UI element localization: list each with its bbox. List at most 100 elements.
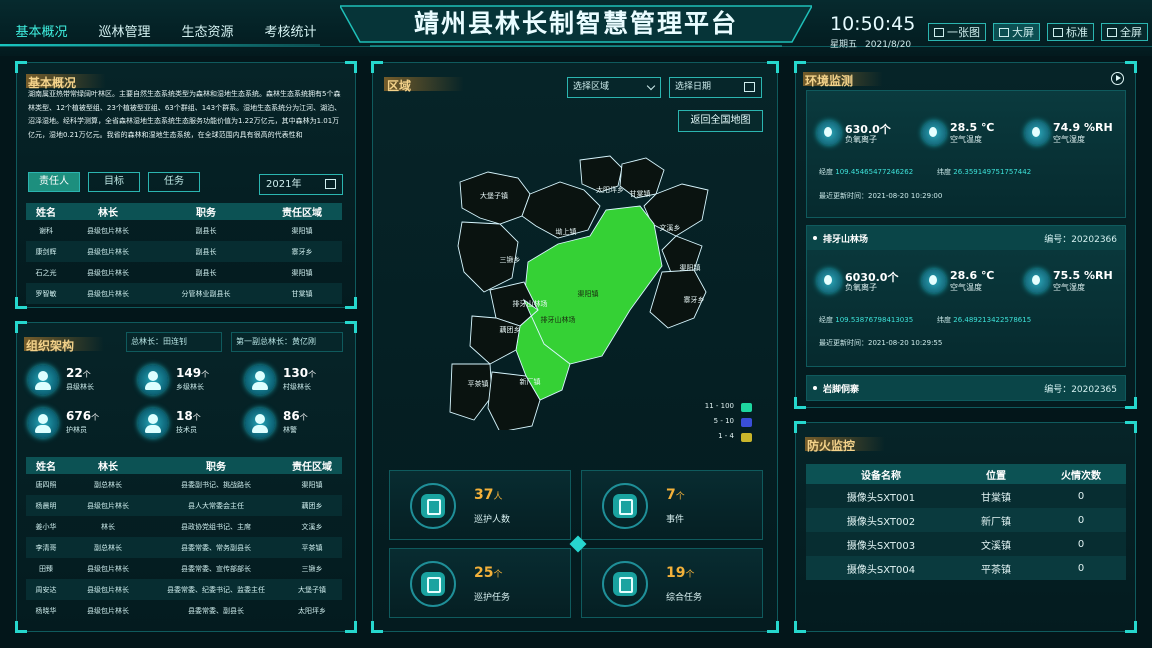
- fullscreen-button[interactable]: 全屏: [1101, 23, 1148, 41]
- table-row[interactable]: 摄像头SXT004 平茶镇 0: [806, 556, 1126, 580]
- anion-metric: 6030.0个 负氧离子: [817, 269, 913, 295]
- table-cell: 周安达: [26, 579, 66, 600]
- col-chief: 林长: [66, 203, 150, 220]
- nav-patrol[interactable]: 巡林管理: [83, 18, 166, 46]
- table-row[interactable]: 摄像头SXT003 文溪镇 0: [806, 532, 1126, 556]
- corner: [15, 621, 27, 633]
- table-cell: 县级包片林长: [66, 241, 150, 262]
- table-cell: 姜小华: [35, 522, 57, 531]
- stat-value: 86个: [283, 409, 308, 423]
- table-cell: 文溪乡: [301, 522, 323, 531]
- back-to-national-map-button[interactable]: 返回全国地图: [678, 110, 763, 132]
- card-label: 巡护人数: [474, 515, 511, 525]
- region-select[interactable]: 选择区域: [567, 77, 661, 98]
- tab-task[interactable]: 任务: [148, 172, 200, 192]
- table-cell: 大堡子镇: [282, 579, 342, 600]
- table-cell: 平茶镇: [956, 556, 1036, 580]
- stat-county: 22个 县级林长: [28, 363, 138, 403]
- station-code: 编号：20202365: [1044, 385, 1117, 395]
- date-select[interactable]: 选择日期: [669, 77, 762, 98]
- top-nav: 基本概况 巡林管理 生态资源 考核统计: [0, 18, 332, 46]
- corner: [345, 297, 357, 309]
- big-screen-label: 大屏: [1012, 26, 1034, 39]
- humid-label: 空气湿度: [1053, 135, 1085, 144]
- thermometer-icon: [922, 269, 946, 293]
- table-row[interactable]: 罗智敏 县级包片林长 分管林业副县长 甘棠镇: [26, 283, 342, 304]
- table-cell: 杨晨明: [26, 495, 66, 516]
- table-cell: 分管林业副县长: [150, 283, 262, 304]
- table-cell: 渠阳镇: [301, 480, 323, 489]
- event-card[interactable]: 7个 事件: [581, 470, 763, 540]
- table-row[interactable]: 谢科 县级包片林长 副县长 渠阳镇: [26, 220, 342, 241]
- card-value: 37人: [474, 487, 503, 503]
- map-region[interactable]: [469, 315, 521, 365]
- table-row[interactable]: 周安达 县级包片林长 县委常委、纪委书记、监委主任 大堡子镇: [26, 579, 342, 600]
- org-table-body: 唐四照 副总林长 县委副书记、挑战路长 渠阳镇 杨晨明 县级包片林长 县人大常委会主任 藕团乡…: [26, 474, 342, 621]
- map-region-label: 排牙山林场: [541, 315, 576, 324]
- tab-goal[interactable]: 目标: [88, 172, 140, 192]
- table-cell: 文溪镇: [956, 532, 1036, 556]
- general-task-card[interactable]: 19个 综合任务: [581, 548, 763, 618]
- chief-label: 总林长：田连钊: [126, 332, 222, 352]
- play-icon[interactable]: [1111, 72, 1124, 85]
- map-icon: [934, 27, 944, 37]
- col-name: 姓名: [26, 203, 66, 220]
- big-screen-button[interactable]: 大屏: [993, 23, 1040, 41]
- clock-date: 星期五 2021/8/20: [830, 37, 919, 50]
- org-title: 组织架构: [26, 339, 75, 353]
- map-region[interactable]: [449, 363, 493, 421]
- table-row[interactable]: 摄像头SXT001 甘棠镇 0: [806, 484, 1126, 508]
- longitude: 经度 109.45465477246262: [819, 168, 914, 176]
- station-card[interactable]: 排牙山林场 编号：20202366 6030.0个 负氧离子 28.6 ℃ 空气…: [806, 225, 1126, 367]
- patrol-task-card[interactable]: 25个 巡护任务: [389, 548, 571, 618]
- table-row[interactable]: 杨晨明 县级包片林长 县人大常委会主任 藕团乡: [26, 495, 342, 516]
- region-select-value: 选择区域: [573, 82, 610, 92]
- humid-label: 空气湿度: [1053, 283, 1085, 292]
- nav-assessment[interactable]: 考核统计: [249, 18, 332, 46]
- table-row[interactable]: 姜小华 林长 县政协党组书记、主席 文溪乡: [26, 516, 342, 537]
- thermometer-icon: [922, 121, 946, 145]
- stat-value: 676个: [66, 409, 100, 423]
- standard-button[interactable]: 标准: [1047, 23, 1094, 41]
- bullet: [813, 386, 817, 390]
- corner: [15, 61, 27, 73]
- corner: [767, 621, 779, 633]
- person-icon: [138, 365, 168, 395]
- one-map-button[interactable]: 一张图: [928, 23, 986, 41]
- person-icon: [245, 365, 275, 395]
- table-cell: 县级包片林长: [87, 564, 129, 573]
- temp-label: 空气温度: [950, 135, 982, 144]
- chevron-down-icon: [646, 81, 656, 91]
- station-header: 排牙山林场 编号：20202366: [807, 226, 1125, 250]
- nav-overview[interactable]: 基本概况: [0, 18, 83, 46]
- map-pin-icon: [410, 561, 456, 607]
- stat-township: 149个 乡级林长: [138, 363, 248, 403]
- table-cell: 县委常委、纪委书记、监委主任: [150, 579, 282, 600]
- legend-label: 5 - 10: [713, 417, 734, 425]
- police-icon: [245, 408, 275, 438]
- table-cell: 0: [1036, 556, 1126, 580]
- standard-label: 标准: [1066, 26, 1088, 39]
- table-row[interactable]: 康剑辉 县级包片林长 副县长 寨牙乡: [26, 241, 342, 262]
- table-row[interactable]: 石之光 县级包片林长 副县长 渠阳镇: [26, 262, 342, 283]
- stat-ranger: 676个 护林员: [28, 406, 138, 446]
- card-label: 事件: [666, 515, 685, 525]
- table-header: 设备名称 位置 火情次数: [806, 464, 1126, 484]
- table-row[interactable]: 摄像头SXT002 新厂镇 0: [806, 508, 1126, 532]
- corner: [345, 61, 357, 73]
- patrol-people-card[interactable]: 37人 巡护人数: [389, 470, 571, 540]
- table-row[interactable]: 田臻 县级包片林长 县委常委、宣传部部长 三锹乡: [26, 558, 342, 579]
- table-row[interactable]: 唐四照 副总林长 县委副书记、挑战路长 渠阳镇: [26, 474, 342, 495]
- clock-time: 10:50:45: [830, 13, 916, 35]
- year-picker[interactable]: 2021年: [259, 174, 343, 195]
- corner: [1125, 621, 1137, 633]
- station-card[interactable]: 岩脚侗寨 编号：20202365: [806, 375, 1126, 401]
- stat-label: 林警: [283, 426, 297, 434]
- table-cell: 县级包片林长: [66, 283, 150, 304]
- tab-responsible[interactable]: 责任人: [28, 172, 80, 192]
- legend-label: 11 - 100: [704, 402, 734, 410]
- table-row[interactable]: 李清哥 副总林长 县委常委、常务副县长 平茶镇: [26, 537, 342, 558]
- station-card[interactable]: 630.0个 负氧离子 28.5 ℃ 空气温度 74.9 %RH 空气湿度 经度…: [806, 90, 1126, 218]
- table-row[interactable]: 杨晓华 县级包片林长 县委常委、副县长 太阳坪乡: [26, 600, 342, 621]
- nav-ecology[interactable]: 生态资源: [166, 18, 249, 46]
